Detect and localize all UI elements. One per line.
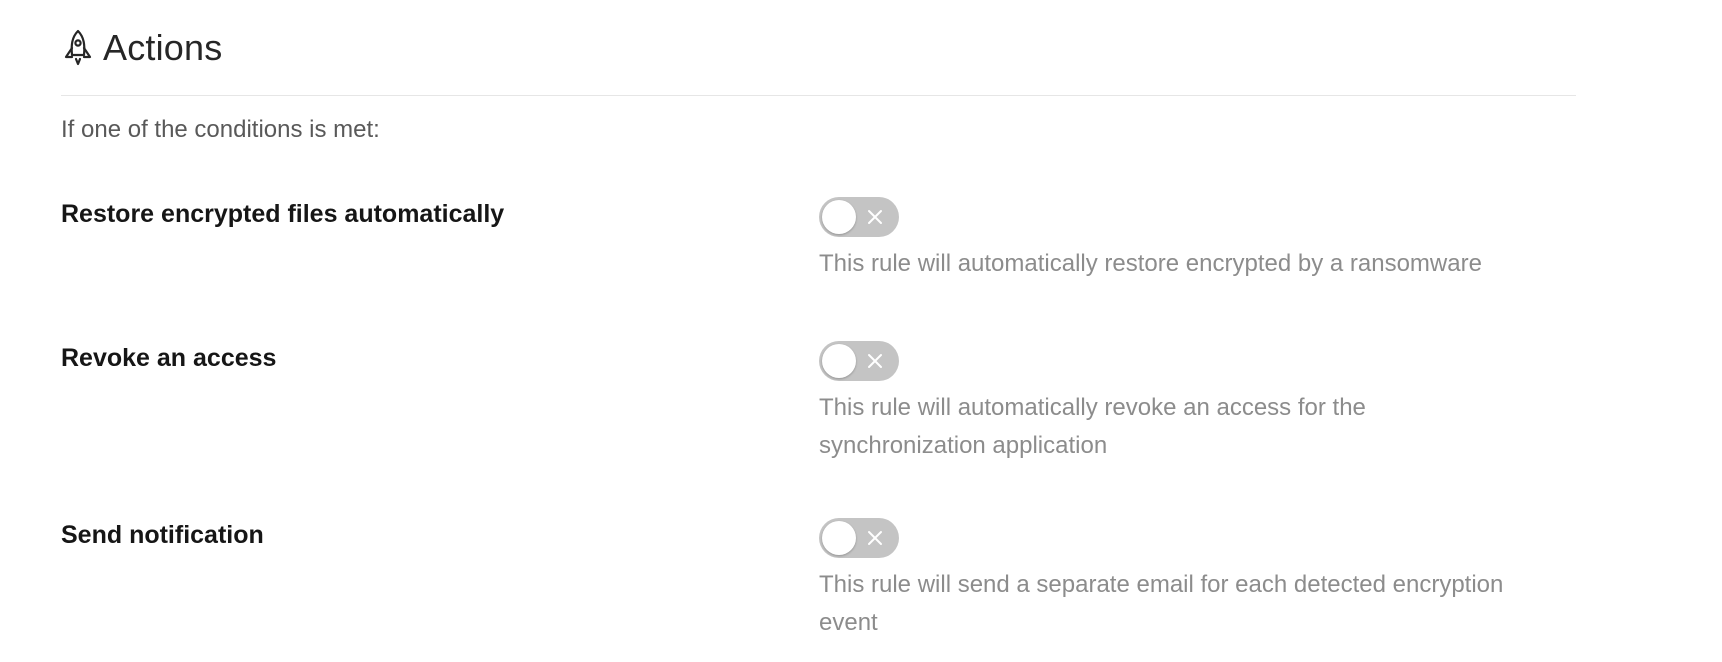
close-icon bbox=[868, 354, 882, 368]
toggle-knob bbox=[822, 200, 856, 234]
toggle-knob bbox=[822, 344, 856, 378]
condition-text: If one of the conditions is met: bbox=[61, 116, 380, 143]
rule-description: This rule will automatically restore enc… bbox=[819, 250, 1482, 277]
restore-toggle[interactable] bbox=[819, 197, 899, 237]
close-icon bbox=[868, 531, 882, 545]
section-header: Actions bbox=[61, 0, 1576, 96]
rule-label: Send notification bbox=[61, 521, 264, 549]
section-title: Actions bbox=[103, 26, 223, 68]
rocket-icon bbox=[61, 28, 95, 68]
close-icon bbox=[868, 210, 882, 224]
rule-control: This rule will automatically revoke an a… bbox=[819, 341, 1576, 465]
toggle-knob bbox=[822, 521, 856, 555]
rule-label: Revoke an access bbox=[61, 344, 277, 372]
notification-toggle[interactable] bbox=[819, 518, 899, 558]
actions-panel: Actions If one of the conditions is met:… bbox=[61, 0, 1576, 636]
rule-control: This rule will send a separate email for… bbox=[819, 518, 1576, 642]
rule-description: This rule will send a separate email for… bbox=[819, 571, 1504, 636]
rule-control: This rule will automatically restore enc… bbox=[819, 197, 1576, 283]
rule-description: This rule will automatically revoke an a… bbox=[819, 394, 1366, 459]
revoke-toggle[interactable] bbox=[819, 341, 899, 381]
rule-label: Restore encrypted files automatically bbox=[61, 200, 505, 228]
